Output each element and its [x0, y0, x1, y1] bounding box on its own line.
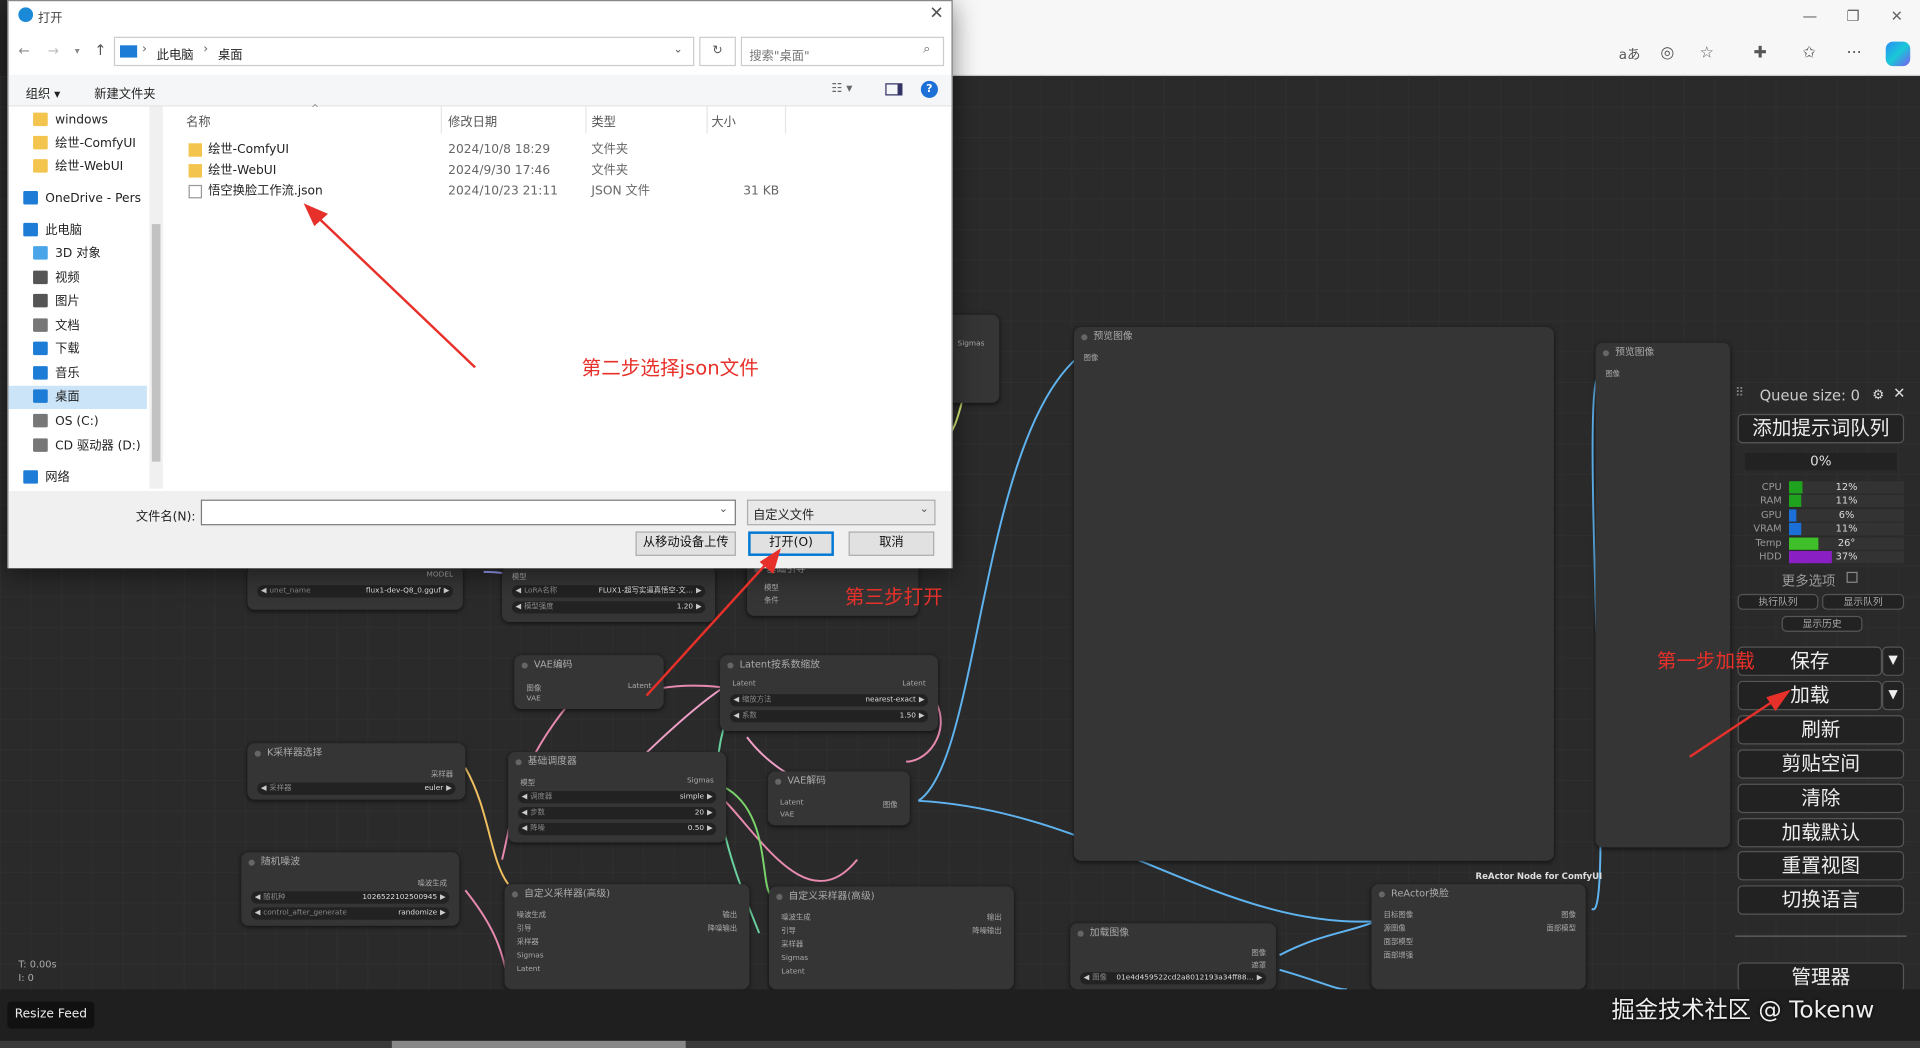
step2-annotation: 第二步选择json文件	[581, 356, 759, 380]
screen: — ❐ ✕ aあ ◎ ☆ ✚ ✩ ··· 预览图像 图像 预览图像 图像 Sig…	[0, 0, 1920, 1048]
step3-annotation: 第三步打开	[844, 585, 943, 609]
annotation-arrows	[303, 203, 1791, 758]
step1-annotation: 第一步加载	[1656, 648, 1755, 673]
